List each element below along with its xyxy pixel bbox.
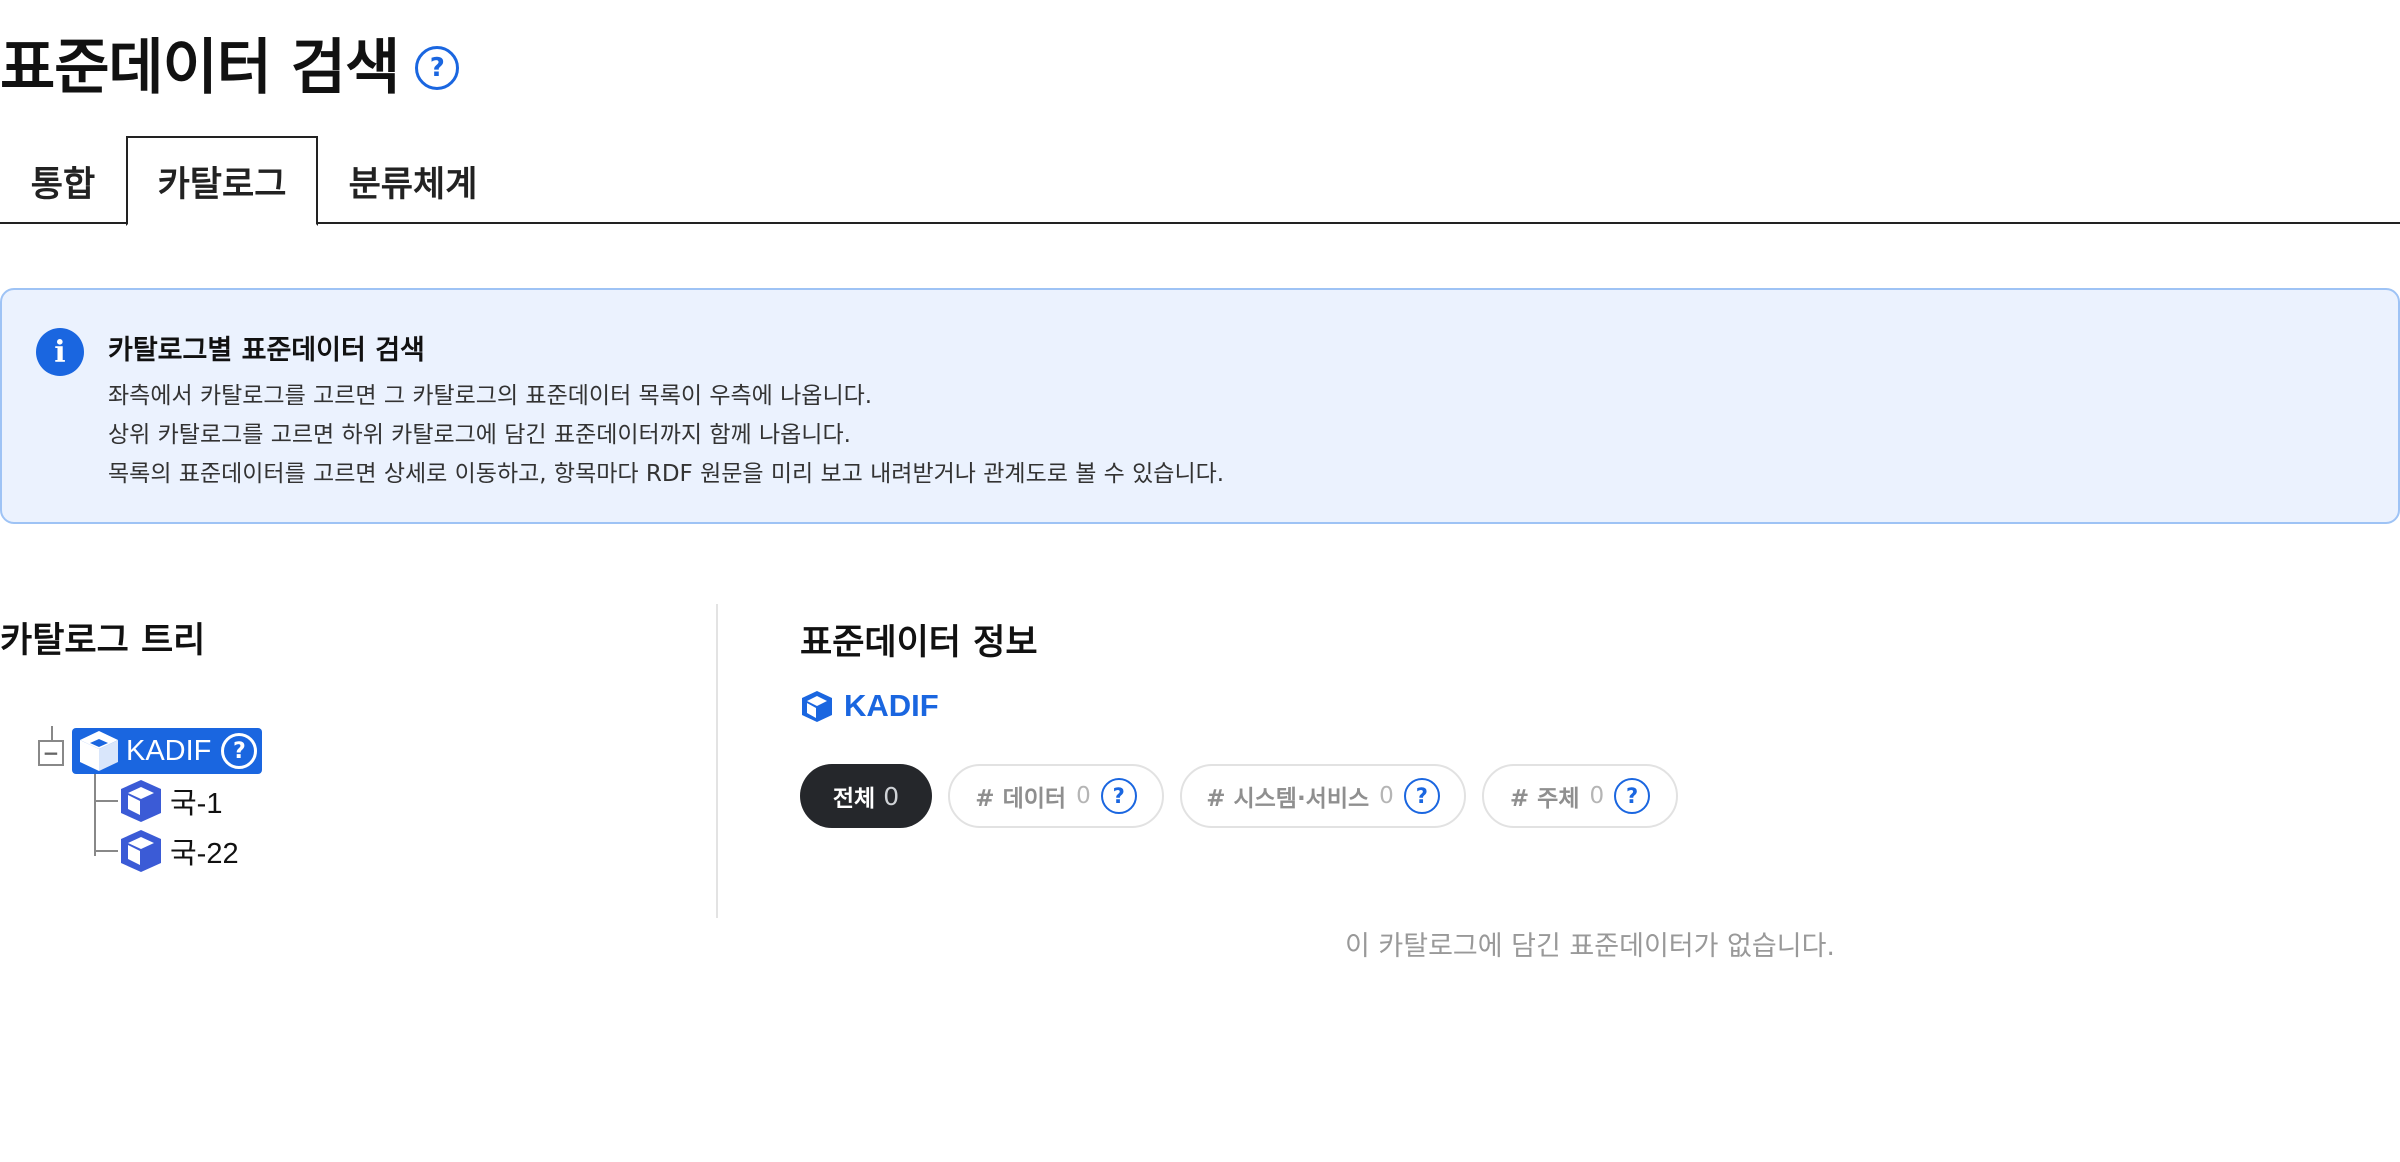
- help-icon[interactable]: ?: [221, 733, 258, 769]
- catalog-tree-title: 카탈로그 트리: [0, 621, 206, 661]
- tree-connector: [94, 800, 118, 802]
- page-header: 표준데이터 검색 ?: [0, 32, 460, 104]
- tree-node-child[interactable]: 국-22: [118, 826, 239, 876]
- filter-all-button[interactable]: 전체 0: [800, 764, 932, 828]
- standard-data-title: 표준데이터 정보: [800, 623, 1038, 663]
- help-icon[interactable]: ?: [1100, 778, 1137, 814]
- tab-catalog[interactable]: 카탈로그: [126, 136, 318, 226]
- tree-node-label: KADIF: [126, 734, 212, 767]
- tree-node-label: 국-22: [170, 838, 239, 870]
- tab-classification[interactable]: 분류체계: [318, 136, 508, 226]
- tree-node-label: 국-1: [170, 788, 223, 820]
- filter-count: 0: [1379, 783, 1394, 809]
- filter-count: 0: [883, 781, 900, 811]
- tree-node-child[interactable]: 국-1: [118, 776, 222, 826]
- cube-icon: [802, 691, 832, 722]
- tab-integrated[interactable]: 통합: [0, 136, 126, 226]
- cube-icon: [80, 731, 118, 771]
- filter-subject-button[interactable]: # 주체 0 ?: [1482, 764, 1678, 828]
- selected-catalog: KADIF: [800, 688, 939, 724]
- page-title: 표준데이터 검색: [0, 33, 400, 103]
- filter-count: 0: [1589, 783, 1605, 809]
- empty-state-message: 이 카탈로그에 담긴 표준데이터가 없습니다.: [1344, 931, 1836, 962]
- catalog-tree-panel: 카탈로그 트리 − KADIF ? 국-1 국-22: [0, 604, 718, 918]
- cube-icon: [121, 780, 161, 822]
- info-line: 좌측에서 카탈로그를 고르면 그 카탈로그의 표준데이터 목록이 우측에 나옵니…: [108, 383, 873, 409]
- tab-bar: 통합 카탈로그 분류체계: [0, 136, 2400, 226]
- filter-label: # 주체: [1509, 786, 1580, 812]
- tree-connector: [51, 726, 53, 740]
- filter-data-button[interactable]: # 데이터 0 ?: [948, 764, 1164, 828]
- tree-node-kadif[interactable]: KADIF ?: [72, 728, 262, 774]
- help-icon[interactable]: ?: [1614, 778, 1651, 814]
- filter-count: 0: [1076, 783, 1091, 809]
- info-banner: i 카탈로그별 표준데이터 검색 좌측에서 카탈로그를 고르면 그 카탈로그의 …: [0, 288, 2400, 524]
- info-line: 목록의 표준데이터를 고르면 상세로 이동하고, 항목마다 RDF 원문을 미리…: [108, 461, 1225, 487]
- filter-label: # 시스템·서비스: [1206, 786, 1370, 812]
- cube-icon: [121, 830, 161, 872]
- selected-catalog-name: KADIF: [844, 688, 939, 723]
- help-icon[interactable]: ?: [415, 46, 460, 90]
- filter-system-service-button[interactable]: # 시스템·서비스 0 ?: [1180, 764, 1466, 828]
- info-line: 상위 카탈로그를 고르면 하위 카탈로그에 담긴 표준데이터까지 함께 나옵니다…: [108, 422, 851, 448]
- tree-connector: [94, 774, 96, 856]
- info-icon: i: [36, 328, 84, 376]
- tree-connector: [94, 850, 118, 852]
- collapse-toggle-icon[interactable]: −: [38, 740, 64, 766]
- filter-label: 전체: [832, 786, 876, 812]
- help-icon[interactable]: ?: [1403, 778, 1440, 814]
- standard-data-panel: 표준데이터 정보 KADIF 전체 0 # 데이터 0 ? # 시스템·서비스 …: [800, 604, 2400, 1004]
- filter-label: # 데이터: [975, 786, 1067, 812]
- info-title: 카탈로그별 표준데이터 검색: [108, 335, 425, 366]
